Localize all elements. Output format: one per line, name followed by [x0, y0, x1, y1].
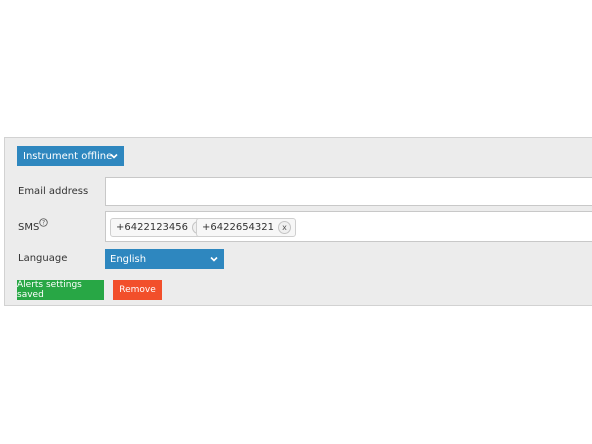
- sms-chip: +6422654321 x: [196, 218, 297, 237]
- remove-button[interactable]: Remove: [113, 280, 162, 300]
- alert-type-dropdown[interactable]: Instrument offline: [17, 146, 124, 166]
- sms-chip: +6422123456 x: [110, 218, 211, 237]
- email-label: Email address: [18, 186, 89, 197]
- sms-chip-number: +6422123456: [116, 222, 189, 233]
- chevron-down-icon: [110, 153, 118, 159]
- sms-label: SMS: [18, 222, 40, 233]
- alert-type-label: Instrument offline: [23, 150, 113, 162]
- alert-settings-panel: Instrument offline Email address SMS ? +…: [4, 137, 592, 306]
- language-select[interactable]: English: [105, 249, 224, 269]
- email-field[interactable]: [105, 177, 592, 206]
- language-selected: English: [110, 253, 147, 265]
- alerts-settings-saved-button[interactable]: Alerts settings saved: [17, 280, 104, 300]
- svg-text:?: ?: [42, 221, 45, 227]
- sms-field[interactable]: +6422123456 x +6422654321 x: [105, 211, 592, 242]
- remove-chip-button[interactable]: x: [278, 221, 292, 234]
- language-label: Language: [18, 253, 68, 264]
- chevron-down-icon: [210, 256, 218, 262]
- help-icon[interactable]: ?: [39, 218, 48, 227]
- sms-chip-number: +6422654321: [202, 222, 275, 233]
